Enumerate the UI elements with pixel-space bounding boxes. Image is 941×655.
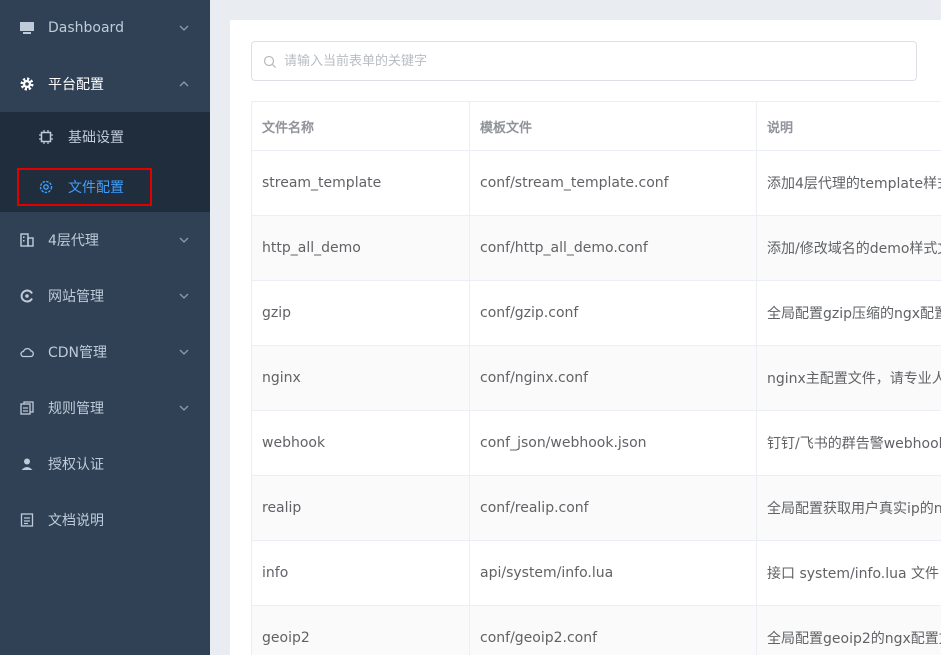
cell-file-name: http_all_demo [252,216,470,280]
building-icon [18,231,36,249]
document-icon [18,511,36,529]
chevron-down-icon [178,234,190,246]
table-row[interactable]: nginx conf/nginx.conf nginx主配置文件，请专业人 [252,346,941,411]
table-row[interactable]: webhook conf_json/webhook.json 钉钉/飞书的群告警… [252,411,941,476]
cell-description: 钉钉/飞书的群告警webhook [767,436,941,452]
cell-template-file: conf/gzip.conf [470,281,757,345]
sidebar-item-l4-proxy[interactable]: 4层代理 [0,212,210,268]
sidebar-item-label: 平台配置 [48,77,104,93]
globe-icon [18,287,36,305]
sidebar-item-label: Dashboard [48,20,124,36]
cpu-icon [38,129,54,145]
table-row[interactable]: geoip2 conf/geoip2.conf 全局配置geoip2的ngx配置… [252,606,941,655]
cell-description: 全局配置geoip2的ngx配置文 [767,631,941,647]
user-icon [18,455,36,473]
chevron-down-icon [178,22,190,34]
column-header-template-file: 模板文件 [470,102,757,150]
cell-description: 全局配置获取用户真实ip的n [767,501,941,517]
sidebar-subitem-basic-settings[interactable]: 基础设置 [0,112,210,162]
gear-icon [18,75,36,93]
sidebar-item-authorization[interactable]: 授权认证 [0,436,210,492]
search-icon [262,54,278,70]
cell-template-file: conf/http_all_demo.conf [470,216,757,280]
cell-template-file: conf/nginx.conf [470,346,757,410]
sidebar-item-label: 授权认证 [48,457,104,473]
table-row[interactable]: realip conf/realip.conf 全局配置获取用户真实ip的n [252,476,941,541]
cell-file-name: gzip [252,281,470,345]
sidebar-subitem-label: 基础设置 [68,130,124,146]
sidebar-item-rule-management[interactable]: 规则管理 [0,380,210,436]
sidebar-item-label: 文档说明 [48,513,104,529]
cell-file-name: webhook [252,411,470,475]
chevron-down-icon [178,346,190,358]
cell-description: 接口 system/info.lua 文件 [ [767,566,941,582]
sidebar-item-dashboard[interactable]: Dashboard [0,0,210,56]
cell-description: 全局配置gzip压缩的ngx配置 [767,306,941,322]
sidebar-item-label: 规则管理 [48,401,104,417]
cell-template-file: conf/realip.conf [470,476,757,540]
cell-template-file: conf/stream_template.conf [470,151,757,215]
cell-file-name: info [252,541,470,605]
search-box[interactable] [251,41,917,81]
search-input[interactable] [284,50,884,72]
cell-template-file: api/system/info.lua [470,541,757,605]
chevron-down-icon [178,402,190,414]
sidebar-item-site-management[interactable]: 网站管理 [0,268,210,324]
sidebar: Dashboard 平台配置 基础设置 文件配置 4层代理 网站管理 CDN管理… [0,0,210,655]
cloud-icon [18,343,36,361]
sidebar-item-cdn-management[interactable]: CDN管理 [0,324,210,380]
table-row[interactable]: gzip conf/gzip.conf 全局配置gzip压缩的ngx配置 [252,281,941,346]
chevron-down-icon [178,290,190,302]
sidebar-item-documentation[interactable]: 文档说明 [0,492,210,548]
cell-template-file: conf/geoip2.conf [470,606,757,655]
sidebar-item-label: 网站管理 [48,289,104,305]
cell-file-name: realip [252,476,470,540]
highlight-box [17,168,152,206]
config-file-table: 文件名称 模板文件 说明 stream_template conf/stream… [251,101,941,655]
sidebar-item-label: 4层代理 [48,233,99,249]
table-header: 文件名称 模板文件 说明 [252,102,941,151]
copy-icon [18,399,36,417]
chevron-up-icon [178,78,190,90]
table-row[interactable]: info api/system/info.lua 接口 system/info.… [252,541,941,606]
cell-description: 添加4层代理的template样式 [767,176,941,192]
cell-description: 添加/修改域名的demo样式文 [767,241,941,257]
column-header-description: 说明 [767,120,794,136]
sidebar-item-label: CDN管理 [48,345,108,361]
cell-description: nginx主配置文件，请专业人 [767,371,941,387]
monitor-icon [18,19,36,37]
table-row[interactable]: stream_template conf/stream_template.con… [252,151,941,216]
cell-file-name: stream_template [252,151,470,215]
cell-file-name: geoip2 [252,606,470,655]
cell-file-name: nginx [252,346,470,410]
column-header-file-name: 文件名称 [252,102,470,150]
cell-template-file: conf_json/webhook.json [470,411,757,475]
sidebar-item-platform-config[interactable]: 平台配置 [0,56,210,112]
table-row[interactable]: http_all_demo conf/http_all_demo.conf 添加… [252,216,941,281]
